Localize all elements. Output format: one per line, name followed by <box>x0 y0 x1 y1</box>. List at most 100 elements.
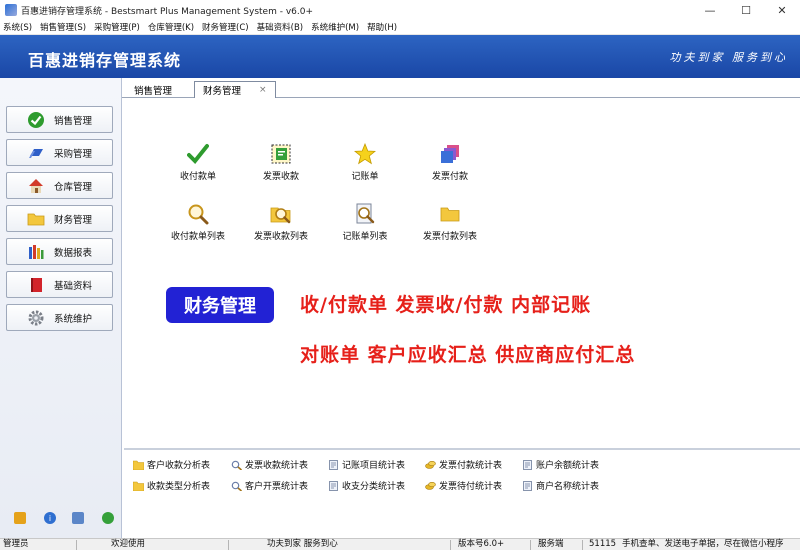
gear-icon <box>27 309 45 327</box>
func-journal[interactable]: 记账单 <box>325 142 405 182</box>
app-icon <box>5 4 17 16</box>
doc-icon <box>523 459 532 470</box>
func-invoice-payment-list[interactable]: 发票付款列表 <box>410 202 490 242</box>
status-divider <box>530 540 531 550</box>
promo-badge: 财务管理 <box>166 287 274 323</box>
menu-help[interactable]: 帮助(H) <box>367 21 397 33</box>
report-link[interactable]: 商户名称统计表 <box>522 479 599 492</box>
check-icon <box>186 142 210 166</box>
menu-finance[interactable]: 财务管理(C) <box>202 21 249 33</box>
func-label: 发票付款 <box>431 172 468 182</box>
sidebar-item-maintenance[interactable]: 系统维护 <box>6 304 113 331</box>
status-motto: 功夫到家 服务到心 <box>267 539 338 549</box>
func-journal-list[interactable]: 记账单列表 <box>325 202 405 242</box>
report-label: 记账项目统计表 <box>342 461 406 471</box>
status-code: 51115 <box>589 539 617 549</box>
tab-finance[interactable]: 财务管理 × <box>194 81 276 99</box>
menu-basic-data[interactable]: 基础资料(B) <box>257 21 303 33</box>
doc-icon <box>329 459 338 470</box>
menu-sales[interactable]: 销售管理(S) <box>40 21 86 33</box>
report-link[interactable]: 客户开票统计表 <box>231 479 308 492</box>
report-link[interactable]: 收支分类统计表 <box>328 479 405 492</box>
doc-icon <box>329 480 338 491</box>
sidebar-item-label: 采购管理 <box>54 148 93 160</box>
tab-sales[interactable]: 销售管理 <box>126 81 180 99</box>
sidebar-item-reports[interactable]: 数据报表 <box>6 238 113 265</box>
report-label: 商户名称统计表 <box>536 482 600 492</box>
report-link[interactable]: 发票待付统计表 <box>425 479 502 492</box>
title-bar: 百惠进销存管理系统 - Bestsmart Plus Management Sy… <box>0 0 800 20</box>
tab-strip: 销售管理 财务管理 × <box>122 78 800 99</box>
tab-label: 销售管理 <box>134 86 173 97</box>
folder-icon <box>438 202 462 226</box>
magnifier-icon <box>231 460 242 470</box>
func-receipt-payment-list[interactable]: 收付款单列表 <box>158 202 238 242</box>
sidebar-item-label: 系统维护 <box>54 313 93 325</box>
book-icon <box>27 276 45 294</box>
report-link[interactable]: 账户余额统计表 <box>522 458 599 471</box>
menu-warehouse[interactable]: 仓库管理(K) <box>148 21 194 33</box>
report-link[interactable]: 记账项目统计表 <box>328 458 405 471</box>
sidebar-item-basic-data[interactable]: 基础资料 <box>6 271 113 298</box>
sidebar-item-finance[interactable]: 财务管理 <box>6 205 113 232</box>
sidebar-item-label: 仓库管理 <box>54 181 93 193</box>
func-label: 收付款单列表 <box>170 232 225 242</box>
folder-icon <box>27 210 45 228</box>
report-link[interactable]: 客户收款分析表 <box>133 458 210 471</box>
power-icon[interactable] <box>102 512 114 524</box>
sidebar-item-purchase[interactable]: 采购管理 <box>6 139 113 166</box>
report-label: 发票付款统计表 <box>439 461 503 471</box>
promo-line-2: 对账单 客户应收汇总 供应商应付汇总 <box>300 344 636 366</box>
report-link[interactable]: 收款类型分析表 <box>133 479 210 492</box>
close-button[interactable]: ✕ <box>764 0 800 20</box>
status-divider <box>582 540 583 550</box>
promo-line-1: 收/付款单 发票收/付款 内部记账 <box>300 294 592 316</box>
func-invoice-receipt-list[interactable]: 发票收款列表 <box>241 202 321 242</box>
report-label: 收款类型分析表 <box>147 482 211 492</box>
report-label: 账户余额统计表 <box>536 461 600 471</box>
status-divider <box>228 540 229 550</box>
status-divider <box>450 540 451 550</box>
maximize-button[interactable]: ☐ <box>728 0 764 20</box>
status-user: 管理员 <box>3 539 29 549</box>
app-banner: 百惠进销存管理系统 功夫到家 服务到心 <box>0 35 800 78</box>
sidebar-item-label: 财务管理 <box>54 214 93 226</box>
minimize-button[interactable]: — <box>692 0 728 20</box>
doc-icon <box>523 480 532 491</box>
func-label: 收付款单 <box>179 172 216 182</box>
sidebar-item-sales[interactable]: 销售管理 <box>6 106 113 133</box>
magnifier-icon <box>231 481 242 491</box>
purchase-icon <box>27 144 45 162</box>
report-label: 客户开票统计表 <box>245 482 309 492</box>
wallet-icon[interactable] <box>14 512 26 524</box>
func-label: 发票收款列表 <box>253 232 308 242</box>
info-icon[interactable]: i <box>44 512 56 524</box>
sidebar-item-warehouse[interactable]: 仓库管理 <box>6 172 113 199</box>
menu-maintenance[interactable]: 系统维护(M) <box>311 21 359 33</box>
report-link[interactable]: 发票收款统计表 <box>231 458 308 471</box>
func-label: 记账单列表 <box>342 232 388 242</box>
menu-purchase[interactable]: 采购管理(P) <box>94 21 140 33</box>
sidebar: 销售管理 采购管理 仓库管理 财务管理 数据报表 基础资料 系统维护 i <box>0 78 122 538</box>
report-label: 收支分类统计表 <box>342 482 406 492</box>
folder-icon <box>133 460 144 470</box>
menu-system[interactable]: 系统(S) <box>3 21 32 33</box>
invoice-icon <box>269 142 293 166</box>
func-receipt-payment[interactable]: 收付款单 <box>158 142 238 182</box>
tab-close-icon[interactable]: × <box>259 85 267 95</box>
sidebar-item-label: 基础资料 <box>54 280 93 292</box>
star-icon <box>353 142 377 166</box>
coins-icon <box>425 460 436 469</box>
status-mode: 服务端 <box>538 539 564 549</box>
func-invoice-receipt[interactable]: 发票收款 <box>241 142 321 182</box>
report-label: 发票待付统计表 <box>439 482 503 492</box>
report-link[interactable]: 发票付款统计表 <box>425 458 502 471</box>
func-label: 记账单 <box>351 172 379 182</box>
doc-search-icon <box>353 202 377 226</box>
brand-title: 百惠进销存管理系统 <box>28 51 182 70</box>
report-label: 发票收款统计表 <box>245 461 309 471</box>
status-version: 版本号6.0+ <box>458 539 505 549</box>
func-invoice-payment[interactable]: 发票付款 <box>410 142 490 182</box>
screen-icon[interactable] <box>72 512 84 524</box>
status-divider <box>76 540 77 550</box>
